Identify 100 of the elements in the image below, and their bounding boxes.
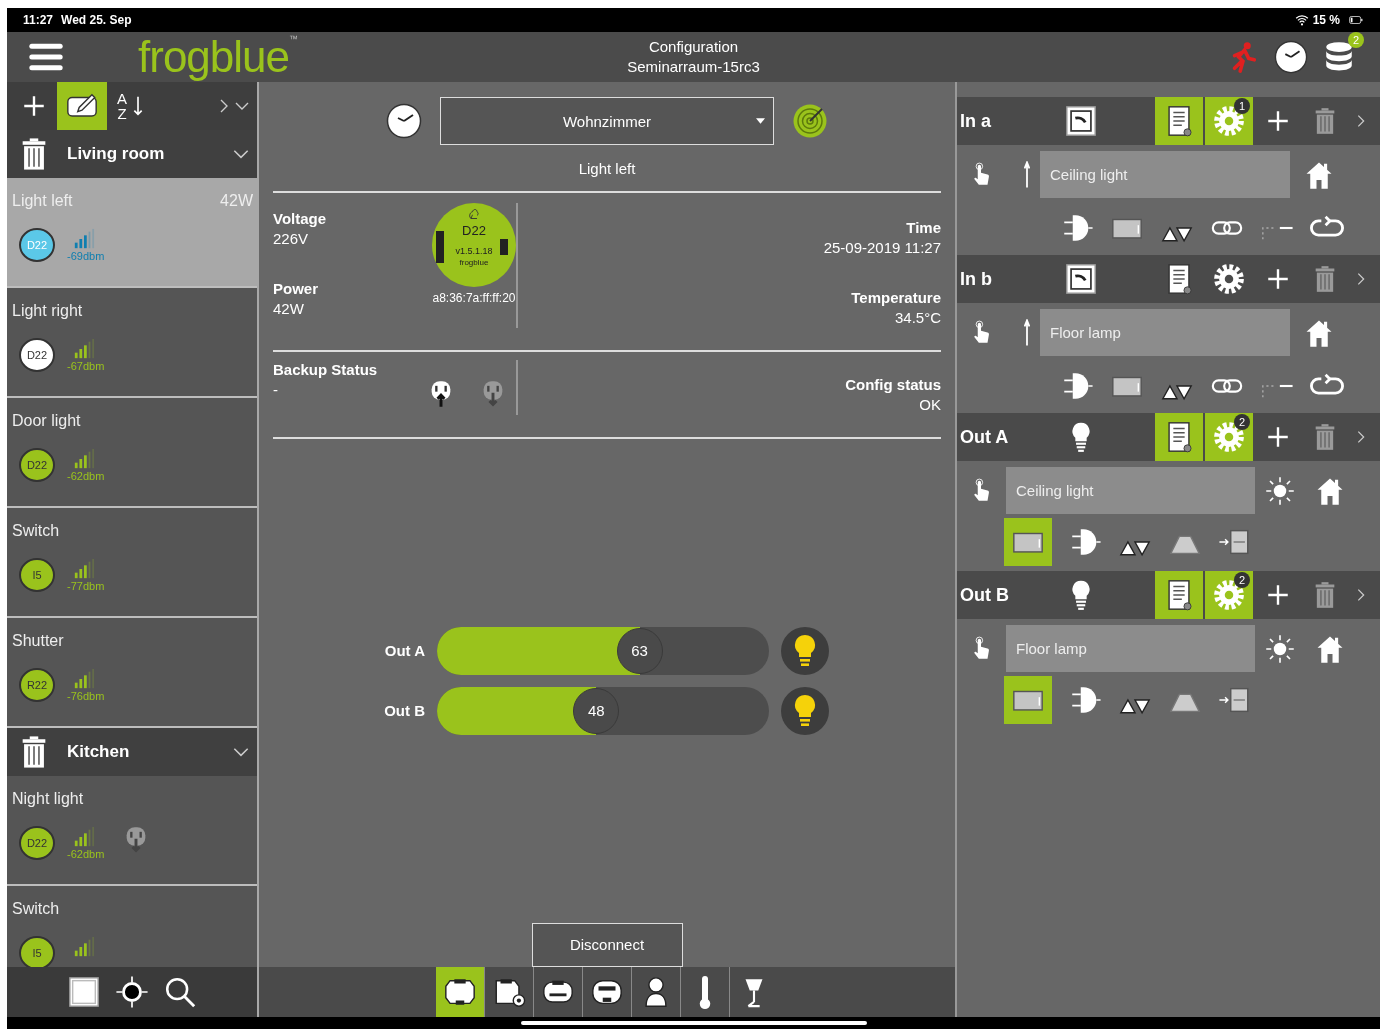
- signal-strength: -67dbm: [67, 360, 105, 372]
- module-badge: R22: [19, 668, 55, 702]
- tab[interactable]: [435, 967, 485, 1017]
- switch-frame-icon: [1064, 104, 1098, 138]
- device-name: Light right: [12, 302, 83, 320]
- add-icon[interactable]: [1265, 582, 1291, 608]
- up-arrow-icon: [1024, 318, 1030, 347]
- add-icon[interactable]: [1265, 424, 1291, 450]
- group-name[interactable]: Kitchen: [67, 742, 130, 762]
- settings-button[interactable]: 2: [1205, 413, 1253, 461]
- mac-address: a8:36:7a:ff:ff:20: [432, 290, 516, 305]
- module-model: D22: [462, 222, 486, 238]
- output-slider[interactable]: 63: [437, 626, 769, 675]
- channel-name: Out A: [959, 426, 1010, 448]
- up-arrow-icon: [1024, 160, 1030, 189]
- signal-strength: -69dbm: [67, 250, 105, 262]
- info-label: Time: [905, 217, 941, 238]
- count-badge: 2: [1234, 414, 1250, 430]
- bulb-icon[interactable]: [781, 686, 829, 735]
- sort-button[interactable]: A Z: [113, 91, 153, 121]
- settings-icon: [1212, 262, 1246, 296]
- module-badge: I5: [19, 936, 55, 967]
- device-power: 42W: [220, 192, 253, 210]
- output-slider[interactable]: 48: [437, 686, 769, 735]
- battery-percent: 15 %: [1312, 13, 1340, 27]
- count-badge: 2: [1234, 572, 1250, 588]
- wifi-icon: [1294, 13, 1309, 27]
- add-icon[interactable]: [21, 93, 47, 119]
- info-label: Temperature: [851, 287, 941, 308]
- status-date: Wed 25. Sep: [61, 13, 132, 27]
- signal-icon: [73, 936, 95, 958]
- panel-button[interactable]: [1004, 518, 1052, 566]
- settings-button[interactable]: 2: [1205, 571, 1253, 619]
- info-value: 25-09-2019 11:27: [823, 237, 941, 258]
- disconnect-button[interactable]: Disconnect: [531, 922, 683, 967]
- list-button[interactable]: [1155, 413, 1203, 461]
- terminal-block: [436, 230, 444, 263]
- signal-icon: [73, 228, 95, 250]
- edit-button[interactable]: [57, 82, 107, 130]
- config-label: Config status: [845, 374, 941, 395]
- brightness-icon[interactable]: [1265, 633, 1295, 664]
- info-value: 226V: [273, 228, 310, 249]
- signal-strength: -77dbm: [67, 580, 105, 592]
- signal-strength: -62dbm: [67, 848, 105, 860]
- device-name: Shutter: [12, 632, 64, 650]
- panel-button[interactable]: [1004, 676, 1052, 724]
- channel-name: Out B: [959, 584, 1010, 606]
- thermometer-icon: [698, 975, 711, 1009]
- backup-value: -: [273, 379, 279, 400]
- square-icon[interactable]: [67, 975, 101, 1009]
- page-title: Configuration: [648, 37, 739, 57]
- settings-button[interactable]: 1: [1205, 97, 1253, 145]
- signal-strength: -76dbm: [67, 690, 105, 702]
- channel-name: In b: [959, 268, 993, 290]
- module-badge: D22: [19, 338, 55, 372]
- info-label: Power: [273, 278, 319, 299]
- brightness-icon[interactable]: [1265, 475, 1295, 506]
- radar-icon[interactable]: [792, 103, 828, 139]
- channel-name: In a: [959, 110, 992, 132]
- logo-text: frogblue$^{™}$: [138, 35, 297, 79]
- module-brand: frogblue: [459, 257, 489, 267]
- signal-icon: [73, 826, 95, 848]
- list-button[interactable]: [1155, 571, 1203, 619]
- page-subtitle: Seminarraum-15rc3: [627, 57, 760, 77]
- crosshair-icon[interactable]: [115, 975, 149, 1009]
- bulb-icon[interactable]: [781, 626, 829, 675]
- terminal-block: [500, 238, 508, 255]
- room-dropdown[interactable]: Wohnzimmer: [440, 97, 774, 145]
- group-name[interactable]: Living room: [67, 144, 165, 164]
- device-title: Light left: [577, 160, 637, 177]
- module-badge: D22: [19, 228, 55, 262]
- add-icon[interactable]: [1265, 108, 1291, 134]
- device-name: Switch: [12, 900, 60, 918]
- caret-icon: [756, 118, 765, 124]
- info-value: 42W: [273, 298, 305, 319]
- signal-icon: [73, 668, 95, 690]
- add-icon[interactable]: [1265, 266, 1291, 292]
- module-badge: D22: [19, 448, 55, 482]
- device-name: Door light: [12, 412, 81, 430]
- config-value: OK: [919, 394, 941, 415]
- count-badge: 2: [1348, 32, 1364, 48]
- module-version: v1.5.1.18: [455, 245, 493, 256]
- backup-label: Backup Status: [273, 359, 378, 380]
- device-name: Switch: [12, 522, 60, 540]
- device-name: Light left: [12, 192, 73, 210]
- signal-icon: [73, 448, 95, 470]
- module-badge: I5: [19, 558, 55, 592]
- signal-icon: [73, 558, 95, 580]
- list-button[interactable]: [1155, 97, 1203, 145]
- device-name: Night light: [12, 790, 84, 808]
- clock-icon[interactable]: [386, 103, 422, 139]
- info-label: Voltage: [273, 208, 328, 229]
- module-badge: D22: [19, 826, 55, 860]
- info-value: 34.5°C: [893, 307, 941, 328]
- signal-icon: [73, 338, 95, 360]
- status-time: 11:27: [23, 13, 54, 27]
- search-icon[interactable]: [163, 975, 197, 1009]
- switch-frame-icon: [1064, 262, 1098, 296]
- clock-icon[interactable]: [1274, 40, 1308, 74]
- count-badge: 1: [1234, 98, 1250, 114]
